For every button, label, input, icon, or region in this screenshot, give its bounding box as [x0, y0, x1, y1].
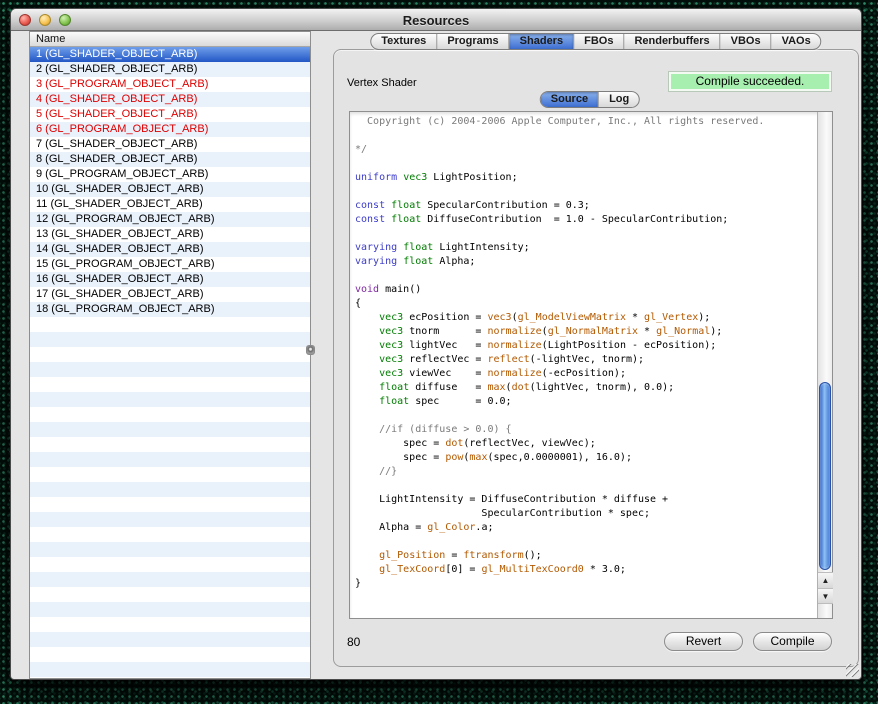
code-line	[355, 129, 817, 143]
tab-textures[interactable]: Textures	[371, 34, 437, 49]
compile-status-badge: Compile succeeded.	[669, 72, 831, 91]
code-line: Alpha = gl_Color.a;	[355, 521, 817, 535]
code-line: const float DiffuseContribution = 1.0 - …	[355, 213, 817, 227]
code-line	[355, 409, 817, 423]
object-count-label: 80	[347, 635, 360, 649]
code-line: */	[355, 143, 817, 157]
code-line: vec3 ecPosition = vec3(gl_ModelViewMatri…	[355, 311, 817, 325]
list-item[interactable]: 2 (GL_SHADER_OBJECT_ARB)	[30, 62, 310, 77]
tab-shaders[interactable]: Shaders	[510, 34, 574, 49]
list-item[interactable]: 7 (GL_SHADER_OBJECT_ARB)	[30, 137, 310, 152]
list-item[interactable]: 6 (GL_PROGRAM_OBJECT_ARB)	[30, 122, 310, 137]
code-line: spec = dot(reflectVec, viewVec);	[355, 437, 817, 451]
code-line: //}	[355, 465, 817, 479]
window-title: Resources	[11, 13, 861, 28]
code-line	[355, 227, 817, 241]
code-line	[355, 185, 817, 199]
compile-button[interactable]: Compile	[753, 632, 832, 651]
list-item[interactable]: 11 (GL_SHADER_OBJECT_ARB)	[30, 197, 310, 212]
desktop: { "window": { "title": "Resources" }, "c…	[0, 0, 878, 704]
scrollbar-thumb[interactable]	[819, 382, 831, 570]
tab-programs[interactable]: Programs	[437, 34, 509, 49]
resize-grip[interactable]	[846, 664, 859, 677]
list-header-name[interactable]: Name	[30, 32, 310, 47]
list-item[interactable]: 10 (GL_SHADER_OBJECT_ARB)	[30, 182, 310, 197]
code-line: spec = pow(max(spec,0.0000001), 16.0);	[355, 451, 817, 465]
list-item[interactable]: 12 (GL_PROGRAM_OBJECT_ARB)	[30, 212, 310, 227]
list-item[interactable]: 18 (GL_PROGRAM_OBJECT_ARB)	[30, 302, 310, 317]
list-item[interactable]: 5 (GL_SHADER_OBJECT_ARB)	[30, 107, 310, 122]
shader-type-label: Vertex Shader	[347, 77, 417, 89]
list-item[interactable]: 13 (GL_SHADER_OBJECT_ARB)	[30, 227, 310, 242]
code-line: uniform vec3 LightPosition;	[355, 171, 817, 185]
code-line: varying float LightIntensity;	[355, 241, 817, 255]
window-content: Name 1 (GL_SHADER_OBJECT_ARB)2 (GL_SHADE…	[11, 31, 861, 679]
resources-window: Resources Name 1 (GL_SHADER_OBJECT_ARB)2…	[10, 8, 862, 680]
list-item[interactable]: 8 (GL_SHADER_OBJECT_ARB)	[30, 152, 310, 167]
code-line: void main()	[355, 283, 817, 297]
source-log-tabbar: SourceLog	[540, 91, 640, 108]
code-line: const float SpecularContribution = 0.3;	[355, 199, 817, 213]
code-line: {	[355, 297, 817, 311]
splitter-handle[interactable]	[306, 345, 315, 355]
code-line	[355, 269, 817, 283]
list-item[interactable]: 1 (GL_SHADER_OBJECT_ARB)	[30, 47, 310, 62]
list-item[interactable]: 17 (GL_SHADER_OBJECT_ARB)	[30, 287, 310, 302]
subtab-source[interactable]: Source	[541, 92, 599, 107]
tab-fbos[interactable]: FBOs	[574, 34, 624, 49]
list-body[interactable]: 1 (GL_SHADER_OBJECT_ARB)2 (GL_SHADER_OBJ…	[30, 47, 310, 678]
code-line: vec3 tnorm = normalize(gl_NormalMatrix *…	[355, 325, 817, 339]
tab-vaos[interactable]: VAOs	[772, 34, 821, 49]
subtab-log[interactable]: Log	[599, 92, 639, 107]
title-bar[interactable]: Resources	[11, 9, 861, 31]
scroll-up-button[interactable]: ▲	[818, 572, 833, 588]
code-line: varying float Alpha;	[355, 255, 817, 269]
code-line: float diffuse = max(dot(lightVec, tnorm)…	[355, 381, 817, 395]
revert-button[interactable]: Revert	[664, 632, 743, 651]
code-line: gl_TexCoord[0] = gl_MultiTexCoord0 * 3.0…	[355, 563, 817, 577]
code-line: Copyright (c) 2004-2006 Apple Computer, …	[355, 115, 817, 129]
tab-renderbuffers[interactable]: Renderbuffers	[624, 34, 720, 49]
code-line: vec3 lightVec = normalize(LightPosition …	[355, 339, 817, 353]
code-line	[355, 479, 817, 493]
list-item[interactable]: 3 (GL_PROGRAM_OBJECT_ARB)	[30, 77, 310, 92]
code-line: }	[355, 577, 817, 591]
code-line: float spec = 0.0;	[355, 395, 817, 409]
tab-vbos[interactable]: VBOs	[721, 34, 772, 49]
code-line: LightIntensity = DiffuseContribution * d…	[355, 493, 817, 507]
shader-source-editor[interactable]: Copyright (c) 2004-2006 Apple Computer, …	[349, 111, 833, 619]
code-line: SpecularContribution * spec;	[355, 507, 817, 521]
list-item[interactable]: 4 (GL_SHADER_OBJECT_ARB)	[30, 92, 310, 107]
code-line: gl_Position = ftransform();	[355, 549, 817, 563]
list-item[interactable]: 16 (GL_SHADER_OBJECT_ARB)	[30, 272, 310, 287]
resource-tabbar: TexturesProgramsShadersFBOsRenderbuffers…	[370, 33, 821, 50]
vertical-scrollbar[interactable]: ▲ ▼	[817, 112, 832, 618]
list-item[interactable]: 14 (GL_SHADER_OBJECT_ARB)	[30, 242, 310, 257]
code-line	[355, 535, 817, 549]
scroll-down-button[interactable]: ▼	[818, 588, 833, 604]
code-line: //if (diffuse > 0.0) {	[355, 423, 817, 437]
code-text[interactable]: Copyright (c) 2004-2006 Apple Computer, …	[350, 112, 817, 618]
code-line: vec3 reflectVec = reflect(-lightVec, tno…	[355, 353, 817, 367]
code-line: vec3 viewVec = normalize(-ecPosition);	[355, 367, 817, 381]
list-item[interactable]: 9 (GL_PROGRAM_OBJECT_ARB)	[30, 167, 310, 182]
code-line	[355, 157, 817, 171]
list-item[interactable]: 15 (GL_PROGRAM_OBJECT_ARB)	[30, 257, 310, 272]
resource-list: Name 1 (GL_SHADER_OBJECT_ARB)2 (GL_SHADE…	[29, 31, 311, 679]
